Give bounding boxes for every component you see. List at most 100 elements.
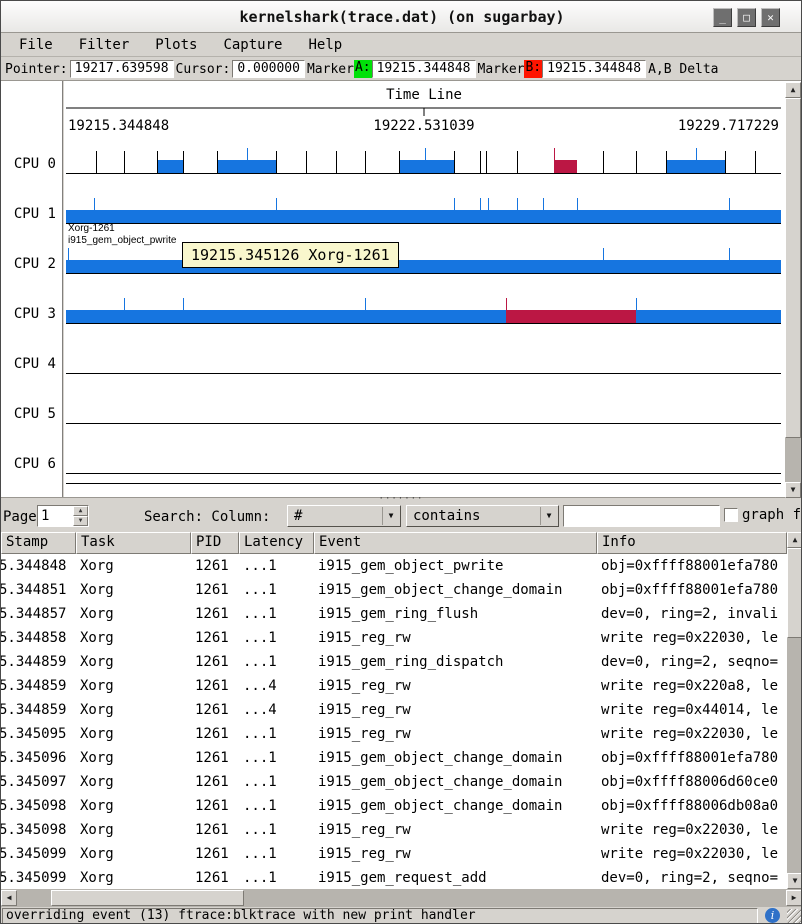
- page-spinner[interactable]: 1 ▲ ▼: [37, 505, 89, 527]
- column-header-info[interactable]: Info: [597, 532, 787, 554]
- table-row[interactable]: 5.345096Xorg1261...1i915_gem_object_chan…: [1, 746, 787, 770]
- table-row[interactable]: 5.344859Xorg1261...4i915_reg_rwwrite reg…: [1, 674, 787, 698]
- close-button[interactable]: ✕: [761, 8, 780, 27]
- cell-task: Xorg: [76, 818, 191, 842]
- cpu-task-bar[interactable]: [399, 160, 454, 173]
- chevron-down-icon[interactable]: ▼: [382, 507, 399, 525]
- cell-pid: 1261: [191, 650, 239, 674]
- table-row[interactable]: 5.345098Xorg1261...1i915_reg_rwwrite reg…: [1, 818, 787, 842]
- cell-stamp: 5.345099: [1, 866, 76, 889]
- cpu-label-4: CPU 4: [14, 356, 56, 372]
- list-horizontal-scrollbar[interactable]: ◀ ▶: [1, 889, 802, 907]
- cell-pid: 1261: [191, 602, 239, 626]
- column-header-pid[interactable]: PID: [191, 532, 239, 554]
- timeline-plot-area[interactable]: Time Line19215.34484819222.53103919229.7…: [66, 81, 782, 497]
- window-resize-grip[interactable]: [787, 909, 802, 924]
- cell-event: i915_gem_object_pwrite: [314, 554, 597, 578]
- cpu-task-bar[interactable]: [217, 160, 276, 173]
- scroll-down-icon[interactable]: ▼: [787, 873, 802, 889]
- column-header-stamp[interactable]: Stamp: [1, 532, 76, 554]
- scroll-right-icon[interactable]: ▶: [786, 890, 802, 906]
- menu-item-plots[interactable]: Plots: [149, 35, 203, 55]
- list-scrollbar-thumb[interactable]: [787, 548, 802, 638]
- scroll-down-icon[interactable]: ▼: [785, 482, 801, 498]
- cell-task: Xorg: [76, 770, 191, 794]
- cell-latency: ...1: [239, 818, 314, 842]
- pane-resize-handle[interactable]: ·······: [371, 494, 431, 504]
- column-header-task[interactable]: Task: [76, 532, 191, 554]
- cpu-task-bar[interactable]: [157, 160, 183, 173]
- scroll-left-icon[interactable]: ◀: [1, 890, 17, 906]
- statusbar: overriding event (13) ftrace:blktrace wi…: [1, 907, 802, 924]
- menu-item-filter[interactable]: Filter: [73, 35, 136, 55]
- column-header-latency[interactable]: Latency: [239, 532, 314, 554]
- table-row[interactable]: 5.344848Xorg1261...1i915_gem_object_pwri…: [1, 554, 787, 578]
- hscrollbar-thumb[interactable]: [51, 890, 244, 906]
- info-icon[interactable]: i: [765, 908, 780, 923]
- search-input[interactable]: [563, 505, 720, 527]
- scroll-up-icon[interactable]: ▲: [785, 82, 801, 98]
- minimize-button[interactable]: _: [713, 8, 732, 27]
- cell-task: Xorg: [76, 650, 191, 674]
- pointer-value: 19217.639598: [70, 60, 174, 78]
- marker-info-bar: Pointer: 19217.639598 Cursor: 0.000000 M…: [1, 58, 802, 80]
- annotation-line: Xorg-1261: [68, 223, 176, 235]
- graph-follows-checkbox[interactable]: [724, 508, 738, 522]
- titlebar[interactable]: kernelshark(trace.dat) (on sugarbay) _ □…: [1, 1, 802, 33]
- cpu-task-bar[interactable]: [554, 160, 577, 173]
- table-row[interactable]: 5.345099Xorg1261...1i915_gem_request_add…: [1, 866, 787, 889]
- cell-pid: 1261: [191, 554, 239, 578]
- cell-latency: ...1: [239, 722, 314, 746]
- marker-a-badge: A:: [354, 60, 372, 78]
- cell-latency: ...1: [239, 842, 314, 866]
- cell-event: i915_gem_ring_flush: [314, 602, 597, 626]
- table-row[interactable]: 5.344859Xorg1261...1i915_gem_ring_dispat…: [1, 650, 787, 674]
- cpu-label-3: CPU 3: [14, 306, 56, 322]
- table-row[interactable]: 5.344851Xorg1261...1i915_gem_object_chan…: [1, 578, 787, 602]
- table-row[interactable]: 5.345099Xorg1261...1i915_reg_rwwrite reg…: [1, 842, 787, 866]
- graph-scrollbar-thumb[interactable]: [785, 98, 801, 438]
- pointer-label: Pointer:: [5, 62, 68, 77]
- cell-event: i915_gem_request_add: [314, 866, 597, 889]
- cell-latency: ...1: [239, 626, 314, 650]
- cpu-label-column: CPU 0CPU 1CPU 2CPU 3CPU 4CPU 5CPU 6: [1, 81, 64, 497]
- column-select[interactable]: # ▼: [287, 505, 401, 527]
- table-row[interactable]: 5.344857Xorg1261...1i915_gem_ring_flushd…: [1, 602, 787, 626]
- cell-info: obj=0xffff88001efa780: [597, 554, 787, 578]
- menu-item-file[interactable]: File: [13, 35, 59, 55]
- marker-b-label: Marker: [478, 62, 525, 77]
- cpu-task-bar[interactable]: [666, 160, 725, 173]
- scroll-up-icon[interactable]: ▲: [787, 532, 802, 548]
- cell-task: Xorg: [76, 698, 191, 722]
- table-row[interactable]: 5.344859Xorg1261...4i915_reg_rwwrite reg…: [1, 698, 787, 722]
- cell-info: obj=0xffff88001efa780: [597, 578, 787, 602]
- spin-down-icon[interactable]: ▼: [73, 516, 88, 526]
- timeline-title: Time Line: [386, 87, 462, 103]
- cell-info: write reg=0x22030, le: [597, 722, 787, 746]
- cpu-run-bar[interactable]: [66, 260, 781, 273]
- list-vertical-scrollbar[interactable]: ▲ ▼: [787, 532, 802, 889]
- table-row[interactable]: 5.344858Xorg1261...1i915_reg_rwwrite reg…: [1, 626, 787, 650]
- cell-latency: ...1: [239, 578, 314, 602]
- cell-info: obj=0xffff88006db08a0: [597, 794, 787, 818]
- cpu-run-bar[interactable]: [66, 210, 781, 223]
- table-row[interactable]: 5.345098Xorg1261...1i915_gem_object_chan…: [1, 794, 787, 818]
- match-type-select[interactable]: contains ▼: [406, 505, 559, 527]
- chevron-down-icon[interactable]: ▼: [540, 507, 557, 525]
- page-value[interactable]: 1: [41, 506, 49, 526]
- cpu-run-bar[interactable]: [66, 310, 781, 323]
- menu-item-capture[interactable]: Capture: [217, 35, 288, 55]
- cell-event: i915_reg_rw: [314, 818, 597, 842]
- cell-task: Xorg: [76, 866, 191, 889]
- cpu-task-bar-red[interactable]: [506, 310, 636, 323]
- column-header-event[interactable]: Event: [314, 532, 597, 554]
- menu-item-help[interactable]: Help: [302, 35, 348, 55]
- event-list-body: 5.344848Xorg1261...1i915_gem_object_pwri…: [1, 554, 787, 889]
- table-row[interactable]: 5.345097Xorg1261...1i915_gem_object_chan…: [1, 770, 787, 794]
- table-row[interactable]: 5.345095Xorg1261...1i915_reg_rwwrite reg…: [1, 722, 787, 746]
- maximize-button[interactable]: □: [737, 8, 756, 27]
- cell-pid: 1261: [191, 818, 239, 842]
- spin-up-icon[interactable]: ▲: [73, 506, 88, 516]
- event-list: StampTaskPIDLatencyEventInfo 5.344848Xor…: [1, 532, 802, 889]
- graph-vertical-scrollbar[interactable]: ▲ ▼: [785, 82, 801, 498]
